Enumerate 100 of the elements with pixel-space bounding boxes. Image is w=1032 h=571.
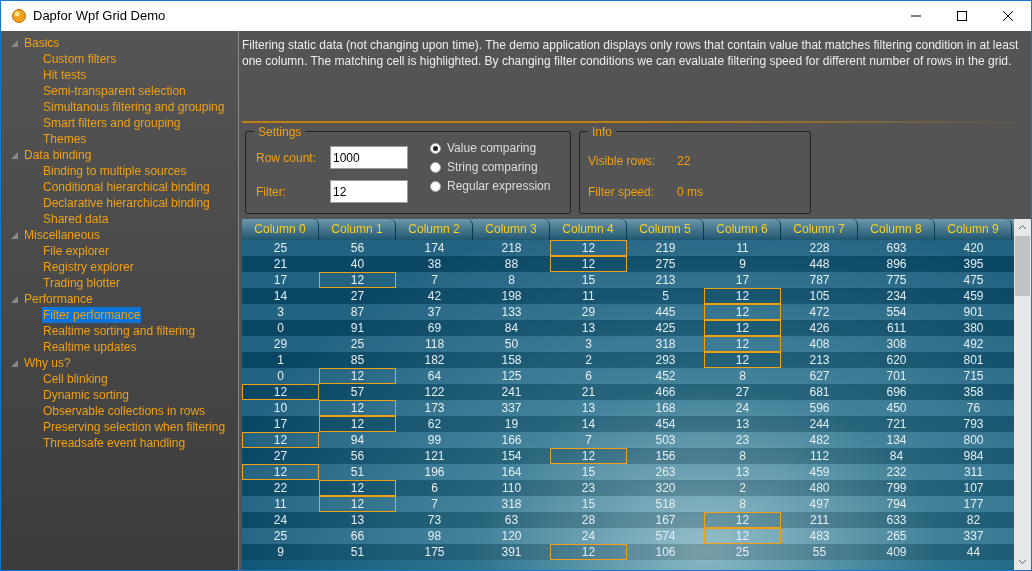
tree-item[interactable]: File explorer bbox=[43, 243, 110, 259]
table-cell-text: 17 bbox=[272, 416, 289, 432]
table-cell-text: 73 bbox=[426, 512, 443, 528]
table-cell-text: 380 bbox=[962, 320, 985, 336]
table-cell-text: 308 bbox=[885, 336, 908, 352]
radio-label: Value comparing bbox=[447, 140, 537, 156]
table-cell: 12 bbox=[242, 384, 319, 400]
table-cell-text: 9 bbox=[276, 544, 285, 560]
tree-item[interactable]: Binding to multiple sources bbox=[43, 163, 187, 179]
table-cell-text: 51 bbox=[349, 464, 366, 480]
table-cell-text: 492 bbox=[962, 336, 985, 352]
radio-button[interactable] bbox=[430, 161, 441, 173]
table-cell-text: 574 bbox=[654, 528, 677, 544]
table-cell-text: 196 bbox=[423, 464, 446, 480]
table-cell-text: 620 bbox=[885, 352, 908, 368]
table-cell-text: 715 bbox=[962, 368, 985, 384]
text-field[interactable]: 12 bbox=[330, 180, 408, 203]
column-header[interactable]: Column 3 bbox=[473, 219, 550, 240]
expanded-icon[interactable] bbox=[11, 231, 18, 239]
table-cell-text: 275 bbox=[654, 256, 677, 272]
tree-item[interactable]: Dynamic sorting bbox=[43, 387, 130, 403]
table-cell: 12 bbox=[319, 416, 396, 432]
tree-item[interactable]: Threadsafe event handling bbox=[43, 435, 186, 451]
tree-item[interactable]: Smart filters and grouping bbox=[43, 115, 181, 131]
column-header[interactable]: Column 8 bbox=[858, 219, 935, 240]
table-cell-text: 318 bbox=[654, 336, 677, 352]
tree-item[interactable]: Semi-transparent selection bbox=[43, 83, 186, 99]
tree-item[interactable]: Observable collections in rows bbox=[43, 403, 206, 419]
column-header[interactable]: Column 6 bbox=[704, 219, 781, 240]
table-cell-text: 358 bbox=[962, 384, 985, 400]
tree-group[interactable]: Performance bbox=[24, 291, 93, 307]
field-label: Row count: bbox=[256, 149, 318, 167]
column-header[interactable]: Column 4 bbox=[550, 219, 627, 240]
tree-item[interactable]: Realtime sorting and filtering bbox=[43, 323, 196, 339]
table-cell-text: 166 bbox=[500, 432, 523, 448]
tree-item[interactable]: Filter performance bbox=[42, 307, 142, 323]
tree-item[interactable]: Simultanous filtering and grouping bbox=[43, 99, 225, 115]
table-cell-text: 25 bbox=[734, 544, 751, 560]
table-cell-text: 475 bbox=[962, 272, 985, 288]
table-cell: 12 bbox=[319, 272, 396, 288]
table-cell-text: 5 bbox=[661, 288, 670, 304]
scrollbar[interactable] bbox=[1014, 219, 1031, 570]
table-cell-text: 211 bbox=[808, 512, 831, 528]
table-cell-text: 76 bbox=[965, 400, 982, 416]
table-cell: 12 bbox=[550, 256, 627, 272]
column-header[interactable]: Column 9 bbox=[935, 219, 1012, 240]
table-cell-text: 182 bbox=[423, 352, 446, 368]
table-cell-text: 24 bbox=[580, 528, 597, 544]
table-cell-text: 94 bbox=[349, 432, 366, 448]
table-cell-text: 13 bbox=[734, 416, 751, 432]
tree-item[interactable]: Preserving selection when filtering bbox=[43, 419, 226, 435]
table-cell-text: 409 bbox=[885, 544, 908, 560]
window-title: Dapfor Wpf Grid Demo bbox=[33, 7, 166, 26]
info-value: 22 bbox=[677, 153, 691, 170]
tree-group[interactable]: Miscellaneous bbox=[24, 227, 101, 243]
tree-group[interactable]: Basics bbox=[24, 35, 60, 51]
table-cell-text: 22 bbox=[272, 480, 289, 496]
table-cell-text: 8 bbox=[738, 448, 747, 464]
column-header[interactable]: Column 0 bbox=[242, 219, 319, 240]
column-header[interactable]: Column 7 bbox=[781, 219, 858, 240]
tree-group[interactable]: Data binding bbox=[24, 147, 92, 163]
column-header[interactable]: Column 2 bbox=[396, 219, 473, 240]
table-cell-text: 40 bbox=[349, 256, 366, 272]
table-cell-text: 7 bbox=[430, 496, 439, 512]
table-cell-text: 55 bbox=[811, 544, 828, 560]
table-cell-text: 627 bbox=[808, 368, 831, 384]
tree-item[interactable]: Realtime updates bbox=[43, 339, 137, 355]
tree-item[interactable]: Shared data bbox=[43, 211, 109, 227]
table-cell-text: 57 bbox=[349, 384, 366, 400]
expanded-icon[interactable] bbox=[11, 359, 18, 367]
scrollbar-thumb[interactable] bbox=[1015, 236, 1030, 296]
expanded-icon[interactable] bbox=[11, 39, 18, 47]
text-field[interactable]: 1000 bbox=[330, 146, 408, 169]
tree-item[interactable]: Cell blinking bbox=[43, 371, 108, 387]
tree-item[interactable]: Themes bbox=[43, 131, 87, 147]
tree-item[interactable]: Conditional hierarchical binding bbox=[43, 179, 210, 195]
column-header[interactable]: Column 5 bbox=[627, 219, 704, 240]
table-cell-text: 459 bbox=[962, 288, 985, 304]
tree-item[interactable]: Trading blotter bbox=[43, 275, 120, 291]
table-cell-text: 241 bbox=[500, 384, 523, 400]
table-cell-text: 459 bbox=[808, 464, 831, 480]
tree-item[interactable]: Registry explorer bbox=[43, 259, 134, 275]
column-header[interactable]: Column 1 bbox=[319, 219, 396, 240]
table-cell-text: 133 bbox=[500, 304, 523, 320]
table-cell-text: 27 bbox=[734, 384, 751, 400]
tree-group[interactable]: Why us? bbox=[24, 355, 71, 371]
radio-button[interactable] bbox=[430, 142, 441, 154]
tree-item[interactable]: Hit tests bbox=[43, 67, 87, 83]
expanded-icon[interactable] bbox=[11, 295, 18, 303]
table-cell-text: 50 bbox=[503, 336, 520, 352]
radio-button[interactable] bbox=[430, 180, 441, 192]
table-cell: 12 bbox=[319, 480, 396, 496]
table-cell-text: 263 bbox=[654, 464, 677, 480]
table-cell-text: 17 bbox=[734, 272, 751, 288]
table-cell-text: 25 bbox=[272, 528, 289, 544]
tree-item[interactable]: Declarative hierarchical binding bbox=[43, 195, 210, 211]
table-cell-text: 265 bbox=[885, 528, 908, 544]
table-cell-text: 234 bbox=[885, 288, 908, 304]
expanded-icon[interactable] bbox=[11, 151, 18, 159]
tree-item[interactable]: Custom filters bbox=[43, 51, 117, 67]
